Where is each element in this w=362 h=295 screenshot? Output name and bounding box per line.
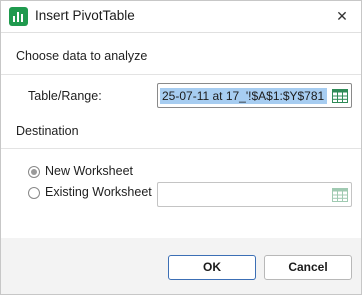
destination-heading: Destination [16, 124, 79, 138]
dialog-footer: OK Cancel [1, 238, 361, 294]
new-worksheet-label: New Worksheet [45, 164, 133, 178]
range-grid-icon [332, 89, 348, 103]
table-range-input[interactable]: 25-07-11 at 17_'!$A$1:$Y$781 [157, 83, 352, 108]
table-range-label: Table/Range: [28, 89, 102, 103]
location-selector-button[interactable] [331, 186, 349, 204]
dialog-body: Choose data to analyze Table/Range: 25-0… [1, 33, 361, 238]
section-divider [1, 74, 361, 75]
choose-data-heading: Choose data to analyze [16, 49, 148, 63]
cancel-button[interactable]: Cancel [264, 255, 352, 280]
section-divider [1, 148, 361, 149]
existing-worksheet-location-input[interactable] [157, 182, 352, 207]
range-grid-icon [332, 188, 348, 202]
dialog-title: Insert PivotTable [35, 8, 135, 23]
close-button[interactable]: ✕ [331, 5, 353, 27]
title-bar: Insert PivotTable ✕ [1, 1, 361, 32]
new-worksheet-radio[interactable] [28, 166, 40, 178]
pivot-chart-icon [9, 7, 28, 26]
existing-worksheet-label: Existing Worksheet [45, 185, 152, 199]
insert-pivottable-dialog: Insert PivotTable ✕ Choose data to analy… [0, 0, 362, 295]
ok-button[interactable]: OK [168, 255, 256, 280]
range-selector-button[interactable] [331, 87, 349, 105]
close-icon: ✕ [336, 8, 348, 24]
existing-worksheet-radio[interactable] [28, 187, 40, 199]
table-range-value: 25-07-11 at 17_'!$A$1:$Y$781 [160, 88, 327, 104]
